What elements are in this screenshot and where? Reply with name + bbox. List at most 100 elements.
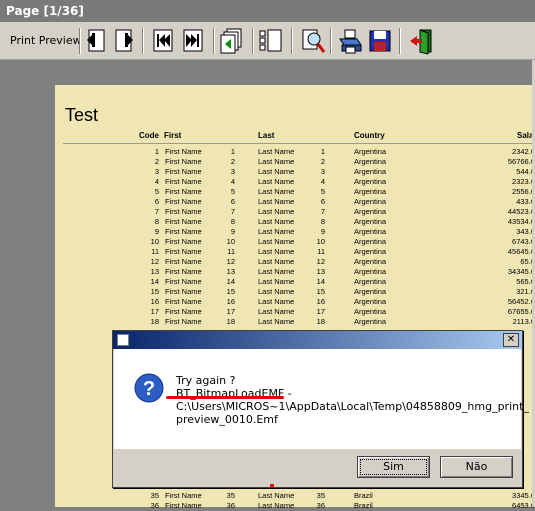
cell-last-name: Last Name [258, 237, 295, 246]
cell-salary: 43534.0 [507, 217, 535, 226]
no-button[interactable]: Não [440, 456, 513, 478]
cell-country: Argentina [354, 307, 387, 316]
cell-first-number: 15 [226, 287, 235, 296]
cell-last-number: 12 [316, 257, 325, 266]
cell-salary: 34345.0 [507, 267, 535, 276]
table-row: 15 First Name 15 Last Name 15 Argentina 321.0 [55, 287, 535, 297]
cell-last-name: Last Name [258, 157, 295, 166]
table-row: 6 First Name 6 Last Name 6 Argentina 433.0 [55, 197, 535, 207]
cell-last-name: Last Name [258, 197, 295, 206]
cell-country: Argentina [354, 187, 387, 196]
cell-last-number: 18 [316, 317, 325, 326]
cell-first-name: First Name [165, 157, 202, 166]
cell-last-number: 10 [316, 237, 325, 246]
report-title: Test [65, 105, 99, 125]
cell-first-number: 17 [226, 307, 235, 316]
cell-country: Argentina [354, 287, 387, 296]
prev-page-button[interactable] [83, 27, 109, 55]
toolbar-separator [79, 28, 81, 54]
last-page-button[interactable] [180, 27, 206, 55]
cell-country: Argentina [354, 247, 387, 256]
cell-last-number: 2 [320, 157, 325, 166]
thumbnails-button[interactable] [258, 27, 284, 55]
zoom-icon [302, 29, 326, 53]
column-header-first: First [164, 131, 182, 140]
cell-first-number: 2 [230, 157, 235, 166]
print-button[interactable] [337, 27, 363, 55]
cell-code: 15 [150, 287, 159, 296]
cell-code: 13 [150, 267, 159, 276]
cell-first-name: First Name [165, 237, 202, 246]
header-divider [63, 143, 535, 144]
column-header-last: Last [258, 131, 275, 140]
cell-last-number: 17 [316, 307, 325, 316]
cell-country: Argentina [354, 317, 387, 326]
goto-page-button[interactable] [219, 27, 245, 55]
cell-first-name: First Name [165, 217, 202, 226]
cell-code: 4 [154, 177, 159, 186]
cell-last-name: Last Name [258, 177, 295, 186]
zoom-button[interactable] [300, 27, 326, 55]
cell-country: Argentina [354, 237, 387, 246]
cell-first-number: 14 [226, 277, 235, 286]
cell-salary: 67655.0 [507, 307, 535, 316]
first-page-button[interactable] [150, 27, 176, 55]
cell-code: 8 [154, 217, 159, 226]
cell-last-number: 11 [317, 247, 325, 256]
table-row: 1 First Name 1 Last Name 1 Argentina 2342.0 [55, 147, 535, 157]
thumbnails-icon [259, 29, 282, 52]
cell-first-name: First Name [165, 287, 202, 296]
cell-country: Argentina [354, 177, 387, 186]
printer-icon [339, 29, 362, 54]
report-rows-bottom: 35 First Name 35 Last Name 35 Brazil 3345.0 36 F… [55, 491, 535, 511]
cell-last-number: 7 [320, 207, 325, 216]
cell-first-number: 18 [226, 317, 235, 326]
cell-country: Argentina [354, 147, 387, 156]
cell-code: 3 [154, 167, 159, 176]
cell-first-number: 5 [230, 187, 235, 196]
report-rows: 1 First Name 1 Last Name 1 Argentina 2342.0 2 Fi… [55, 147, 535, 327]
cell-last-number: 13 [316, 267, 325, 276]
page-left-icon [87, 29, 105, 52]
cell-code: 10 [150, 237, 159, 246]
toolbar-separator [291, 28, 293, 54]
cell-code: 11 [151, 247, 159, 256]
column-header-code: Code [139, 131, 159, 140]
svg-text:?: ? [143, 378, 155, 400]
dialog-question: Try again ? [176, 374, 236, 387]
cell-code: 17 [150, 307, 159, 316]
dialog-close-button[interactable]: ✕ [503, 333, 519, 347]
cell-salary: 44523.0 [507, 207, 535, 216]
dialog-message: Try again ? BT_BitmapLoadEMF - C:\Users\… [176, 374, 529, 426]
table-row: 2 First Name 2 Last Name 2 Argentina 56766.0 [55, 157, 535, 167]
cell-code: 36 [150, 501, 159, 510]
cell-last-number: 4 [320, 177, 325, 186]
cell-country: Argentina [354, 167, 387, 176]
table-row: 11 First Name 11 Last Name 11 Argentina 45645.… [55, 247, 535, 257]
yes-button[interactable]: Sim [357, 456, 430, 478]
cell-code: 6 [154, 197, 159, 206]
exit-button[interactable] [408, 27, 434, 55]
toolbar-separator [399, 28, 401, 54]
cell-first-name: First Name [165, 317, 202, 326]
table-row: 8 First Name 8 Last Name 8 Argentina 43534.0 [55, 217, 535, 227]
cell-country: Brazil [354, 491, 373, 500]
next-page-button[interactable] [111, 27, 137, 55]
print-preview-window: Page [1/36] Print Preview Test Code Firs… [0, 0, 535, 510]
red-annotation-mark [270, 484, 274, 487]
toolbar: Print Preview [0, 22, 535, 60]
cell-last-name: Last Name [258, 307, 295, 316]
cell-country: Argentina [354, 207, 387, 216]
toolbar-separator [330, 28, 332, 54]
cell-first-number: 8 [230, 217, 235, 226]
cell-first-name: First Name [165, 491, 202, 500]
cell-first-number: 10 [226, 237, 235, 246]
red-annotation-underline [166, 396, 284, 399]
save-button[interactable] [367, 27, 393, 55]
cell-code: 2 [154, 157, 159, 166]
exit-icon [410, 29, 432, 55]
dialog-file-path: C:\Users\MICROS~1\AppData\Local\Temp\048… [176, 400, 529, 413]
cell-last-name: Last Name [258, 491, 295, 500]
cell-last-name: Last Name [258, 227, 295, 236]
cell-code: 16 [150, 297, 159, 306]
